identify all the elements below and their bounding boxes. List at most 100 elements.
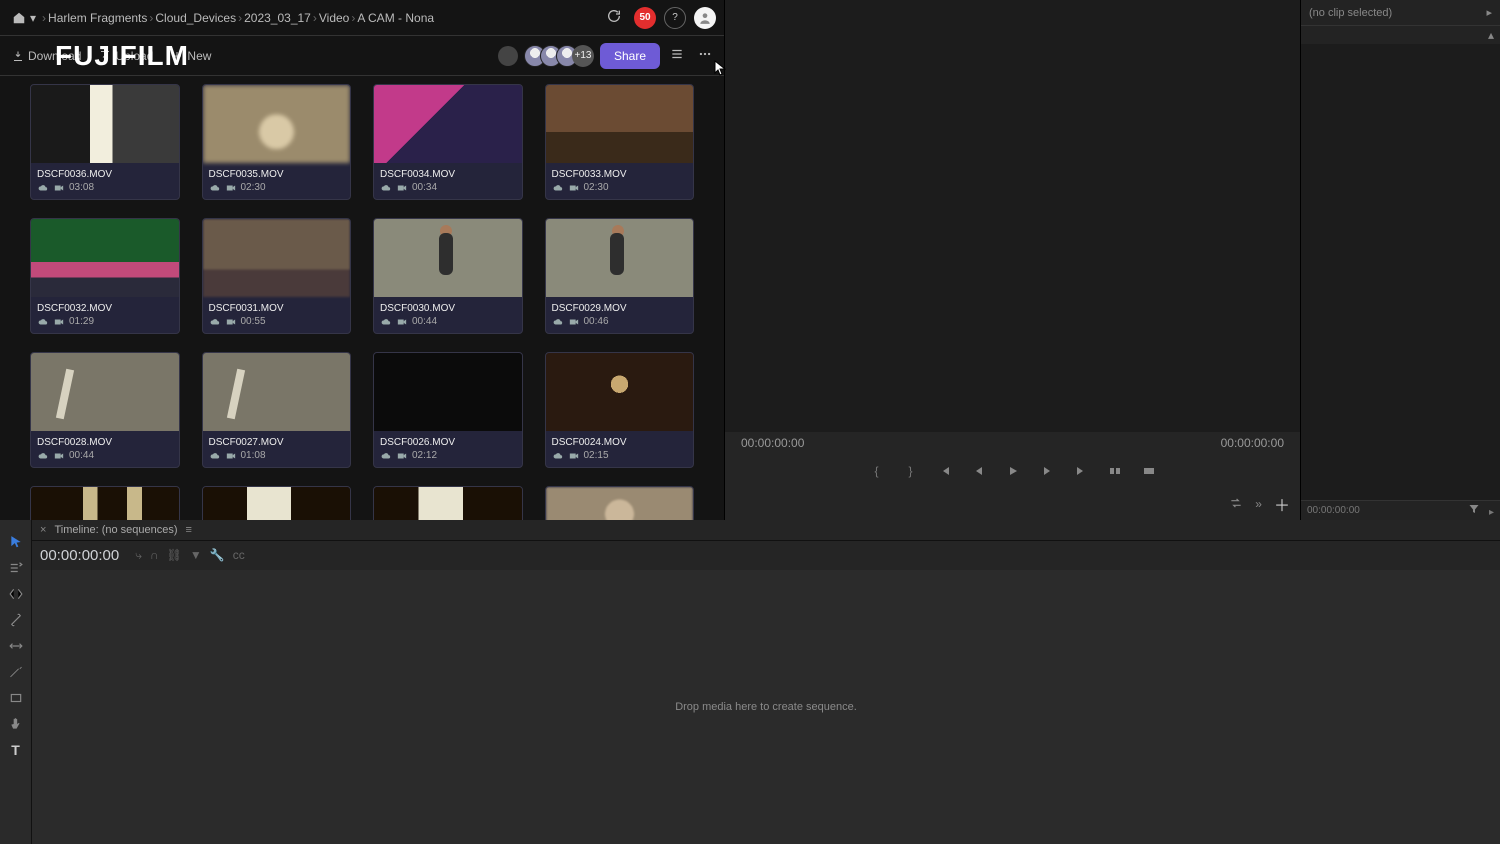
clip-filename: DSCF0024.MOV (546, 431, 694, 450)
next-button[interactable]: ▸ (1489, 507, 1494, 518)
pen-tool[interactable] (6, 662, 26, 682)
cc-button[interactable]: cc (233, 548, 245, 563)
clip-meta: 00:34 (374, 182, 522, 199)
clip-item[interactable]: DSCF0030.MOV00:44 (373, 218, 523, 334)
filter-button[interactable] (1468, 507, 1483, 518)
timeline-timecode[interactable]: 00:00:00:00 (40, 547, 119, 564)
clip-filename: DSCF0028.MOV (31, 431, 179, 450)
clip-filename: DSCF0029.MOV (546, 297, 694, 316)
clip-thumbnail (31, 353, 179, 431)
clip-duration: 02:30 (584, 182, 609, 193)
clip-duration: 02:15 (584, 450, 609, 461)
clip-item[interactable]: DSCF0032.MOV01:29 (30, 218, 180, 334)
step-back-button[interactable] (970, 465, 988, 477)
timecode-left: 00:00:00:00 (741, 436, 804, 450)
cloud-icon (37, 451, 49, 461)
download-icon (12, 50, 24, 62)
breadcrumb-item[interactable]: Cloud_Devices (155, 11, 236, 25)
clip-item[interactable]: DSCF0024.MOV02:15 (545, 352, 695, 468)
inspector-body (1301, 44, 1500, 500)
cloud-icon (380, 317, 392, 327)
razor-icon (9, 613, 23, 627)
list-view-button[interactable] (666, 43, 688, 68)
clip-item[interactable]: DSCF0033.MOV02:30 (545, 84, 695, 200)
new-button[interactable]: New (167, 45, 215, 67)
breadcrumb-item[interactable]: Video (319, 11, 349, 25)
clip-item[interactable]: DSCF0028.MOV00:44 (30, 352, 180, 468)
video-icon (225, 317, 237, 327)
help-button[interactable]: ? (664, 7, 686, 29)
clip-filename: DSCF0030.MOV (374, 297, 522, 316)
ripple-tool[interactable] (6, 584, 26, 604)
link-button[interactable]: ⛓ (167, 548, 182, 563)
rectangle-tool[interactable] (6, 688, 26, 708)
video-icon (396, 451, 408, 461)
breadcrumb-item[interactable]: 2023_03_17 (244, 11, 311, 25)
selection-tool[interactable] (6, 532, 26, 552)
viewer-timecode-row: 00:00:00:00 00:00:00:00 (725, 432, 1300, 454)
clip-grid[interactable]: DSCF0036.MOV03:08DSCF0035.MOV02:30DSCF00… (0, 76, 724, 520)
clip-item[interactable]: DSCF0035.MOV02:30 (202, 84, 352, 200)
timeline-tab-label[interactable]: Timeline: (no sequences) (54, 524, 177, 536)
go-to-start-button[interactable] (936, 465, 954, 477)
video-icon (568, 183, 580, 193)
slip-tool[interactable] (6, 636, 26, 656)
magnet-button[interactable]: ∩ (150, 548, 159, 563)
play-button[interactable] (1004, 465, 1022, 477)
overwrite-button[interactable] (1140, 465, 1158, 477)
inspector-collapse-button[interactable]: ▴ (1488, 28, 1494, 42)
notification-badge[interactable]: 50 (634, 7, 656, 29)
download-button[interactable]: Download (8, 45, 85, 67)
refresh-icon (606, 8, 622, 24)
add-button[interactable]: ＋ (1274, 492, 1290, 516)
timeline-drop-area[interactable]: Drop media here to create sequence. (32, 570, 1500, 844)
collaborator-stack[interactable]: +13 (524, 45, 594, 67)
home-button[interactable]: ▾ (8, 7, 40, 29)
inspector-expand-button[interactable]: ▸ (1486, 6, 1492, 19)
user-avatar[interactable] (694, 7, 716, 29)
loop-button[interactable] (1229, 496, 1243, 513)
hand-tool[interactable] (6, 714, 26, 734)
refresh-button[interactable] (602, 4, 626, 31)
timeline-tab-menu[interactable]: ≡ (186, 524, 192, 536)
list-icon (670, 47, 684, 61)
chevron-right-icon: › (149, 11, 153, 25)
clip-item[interactable]: DSCF0026.MOV02:12 (373, 352, 523, 468)
upload-button[interactable]: Upload (95, 45, 157, 67)
video-icon (53, 317, 65, 327)
tool-palette: T (0, 520, 32, 844)
breadcrumb-item[interactable]: Harlem Fragments (48, 11, 147, 25)
clip-item[interactable]: DSCF0029.MOV00:46 (545, 218, 695, 334)
breadcrumb-item[interactable]: A CAM - Nona (357, 11, 434, 25)
snap-button[interactable]: ⤷ (135, 548, 142, 563)
insert-button[interactable] (1106, 465, 1124, 477)
clip-item[interactable] (202, 486, 352, 520)
clip-duration: 00:46 (584, 316, 609, 327)
marker-button[interactable]: ▼ (190, 548, 202, 563)
clip-item[interactable] (373, 486, 523, 520)
text-tool[interactable]: T (6, 740, 26, 760)
clip-item[interactable] (30, 486, 180, 520)
clip-item[interactable]: DSCF0031.MOV00:55 (202, 218, 352, 334)
clip-item[interactable] (545, 486, 695, 520)
razor-tool[interactable] (6, 610, 26, 630)
go-to-end-button[interactable] (1072, 465, 1090, 477)
wrench-button[interactable]: 🔧 (210, 548, 225, 563)
cloud-icon (209, 317, 221, 327)
share-button[interactable]: Share (600, 43, 660, 69)
tab-close-button[interactable]: × (40, 524, 46, 536)
more-button[interactable] (694, 43, 716, 68)
clip-filename: DSCF0034.MOV (374, 163, 522, 182)
expand-button[interactable]: » (1255, 497, 1262, 511)
clip-item[interactable]: DSCF0036.MOV03:08 (30, 84, 180, 200)
mark-in-button[interactable]: { (868, 464, 886, 478)
clip-item[interactable]: DSCF0027.MOV01:08 (202, 352, 352, 468)
mark-out-button[interactable]: } (902, 464, 920, 478)
step-forward-button[interactable] (1038, 465, 1056, 477)
go-end-icon (1074, 465, 1088, 477)
new-label: New (187, 49, 211, 63)
track-select-tool[interactable] (6, 558, 26, 578)
track-select-icon (9, 561, 23, 575)
viewer-canvas[interactable] (725, 0, 1300, 432)
clip-item[interactable]: DSCF0034.MOV00:34 (373, 84, 523, 200)
